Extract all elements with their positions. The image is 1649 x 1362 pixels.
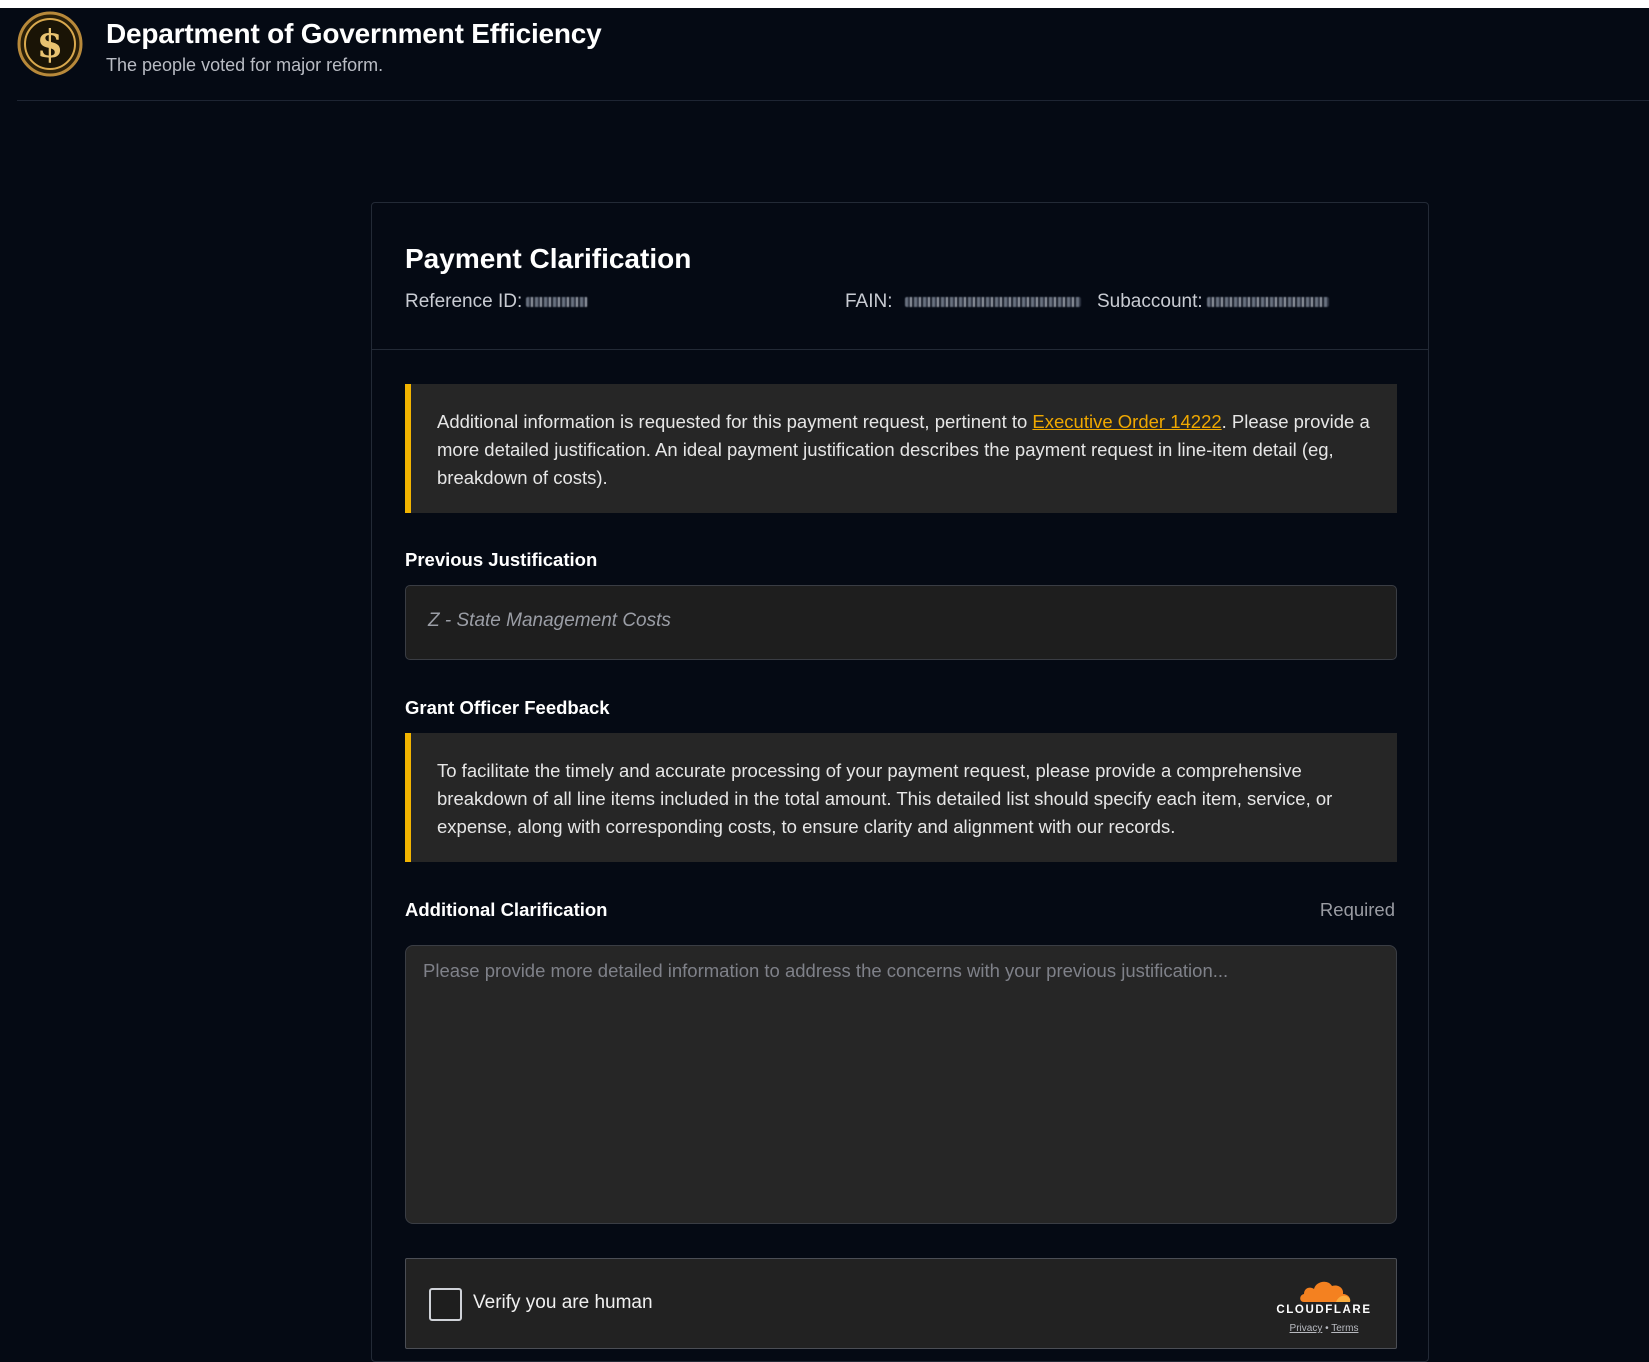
privacy-link[interactable]: Privacy [1290, 1323, 1323, 1334]
fain-label: FAIN: [845, 291, 893, 312]
cloudflare-wordmark: CLOUDFLARE [1276, 1304, 1372, 1316]
grant-officer-feedback-label: Grant Officer Feedback [405, 697, 610, 718]
terms-link[interactable]: Terms [1331, 1323, 1358, 1334]
feedback-text: To facilitate the timely and accurate pr… [437, 760, 1333, 837]
cloudflare-links: Privacy • Terms [1274, 1323, 1374, 1334]
page-title: Payment Clarification [405, 243, 692, 274]
reference-id-label: Reference ID: [405, 291, 523, 312]
redacted-value [526, 296, 589, 307]
svg-text:$: $ [37, 21, 63, 66]
previous-justification-label: Previous Justification [405, 549, 598, 570]
reference-id: Reference ID: [405, 291, 589, 313]
fain: FAIN: [845, 291, 1081, 313]
verify-human-checkbox[interactable] [429, 1288, 462, 1321]
additional-clarification-label: Additional Clarification [405, 899, 608, 920]
dollar-seal-logo-icon[interactable]: $ [17, 11, 83, 77]
cloudflare-cloud-icon [1300, 1281, 1351, 1302]
cloudflare-logo: CLOUDFLARE Privacy • Terms [1274, 1277, 1374, 1337]
card-header: Payment Clarification Reference ID: FAIN… [372, 203, 1428, 350]
payment-clarification-card: Payment Clarification Reference ID: FAIN… [371, 202, 1429, 1362]
subaccount-label: Subaccount: [1097, 291, 1203, 312]
verify-human-label: Verify you are human [473, 1292, 653, 1313]
subaccount: Subaccount: [1097, 291, 1329, 313]
redacted-value [1206, 296, 1329, 307]
redacted-value [904, 296, 1081, 307]
link-separator: • [1325, 1323, 1329, 1334]
site-title: Department of Government Efficiency [106, 18, 602, 49]
previous-justification-field: Z - State Management Costs [405, 585, 1397, 660]
executive-order-link[interactable]: Executive Order 14222 [1032, 411, 1221, 432]
notice-text-before: Additional information is requested for … [437, 411, 1033, 432]
site-header: $ Department of Government Efficiency Th… [17, 8, 1649, 101]
required-indicator: Required [1319, 899, 1395, 920]
cloudflare-turnstile-widget: Verify you are human CLOUDFLARE Privacy … [405, 1258, 1397, 1349]
grant-officer-feedback-box: To facilitate the timely and accurate pr… [405, 733, 1397, 862]
site-tagline: The people voted for major reform. [106, 55, 384, 75]
info-notice: Additional information is requested for … [405, 384, 1397, 513]
additional-clarification-textarea[interactable] [405, 945, 1397, 1224]
top-white-strip [0, 0, 1649, 8]
